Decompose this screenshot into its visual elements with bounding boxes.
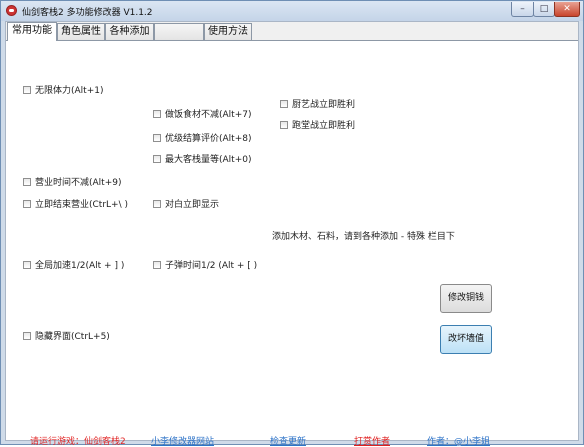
check-update-link[interactable]: 检查更新 xyxy=(270,434,306,447)
checkbox[interactable] xyxy=(23,86,31,94)
title-bar[interactable]: 仙剑客栈2 多功能修改器 V1.1.2 – □ ✕ xyxy=(1,1,583,21)
option-cooking-battle-win[interactable]: 厨艺战立即胜利 xyxy=(280,100,355,110)
option-best-review[interactable]: 优级结算评价(Alt+8) xyxy=(153,134,251,144)
modify-money-button[interactable]: 修改铜钱 xyxy=(440,284,492,313)
tab-add[interactable]: 各种添加 xyxy=(105,23,154,40)
checkbox[interactable] xyxy=(153,110,161,118)
app-logo-icon xyxy=(6,5,17,16)
checkbox[interactable] xyxy=(280,100,288,108)
option-infinite-stamina[interactable]: 无限体力(Alt+1) xyxy=(23,86,103,96)
tab-common[interactable]: 常用功能 xyxy=(7,22,57,41)
checkbox[interactable] xyxy=(153,134,161,142)
close-button[interactable]: ✕ xyxy=(554,2,580,17)
tab-usage[interactable]: 使用方法 xyxy=(204,23,252,40)
tip-author-link[interactable]: 打赏作者 xyxy=(354,434,390,447)
checkbox[interactable] xyxy=(23,200,31,208)
window-title: 仙剑客栈2 多功能修改器 V1.1.2 xyxy=(22,8,153,18)
option-max-guests[interactable]: 最大客栈量等(Alt+0) xyxy=(153,155,251,165)
author-link[interactable]: 作者：@小李姐 xyxy=(427,434,490,447)
website-link[interactable]: 小李修改器网站 xyxy=(151,434,214,447)
tab-blank[interactable] xyxy=(154,23,204,40)
add-materials-note: 添加木材、石料，请到各种添加 - 特殊 栏目下 xyxy=(272,232,455,242)
app-window: 仙剑客栈2 多功能修改器 V1.1.2 – □ ✕ 常用功能 角色属性 各种添加… xyxy=(0,0,584,447)
checkbox[interactable] xyxy=(23,178,31,186)
option-bullet-time-half[interactable]: 子弹时间1/2 (Alt + [ ) xyxy=(153,261,257,271)
option-show-dialog-now[interactable]: 对白立即显示 xyxy=(153,200,219,210)
option-business-time-fixed[interactable]: 营业时间不减(Alt+9) xyxy=(23,178,121,188)
checkbox[interactable] xyxy=(23,261,31,269)
option-palm-battle-win[interactable]: 跑堂战立即胜利 xyxy=(280,121,355,131)
client-area: 常用功能 角色属性 各种添加 使用方法 无限体力(Alt+1) 厨艺战立即胜利 … xyxy=(5,21,579,447)
option-hide-ui[interactable]: 隐藏界面(CtrL+5) xyxy=(23,332,110,342)
tab-character[interactable]: 角色属性 xyxy=(57,23,105,40)
checkbox[interactable] xyxy=(153,261,161,269)
checkbox[interactable] xyxy=(153,155,161,163)
maximize-button[interactable]: □ xyxy=(533,2,555,17)
minimize-button[interactable]: – xyxy=(511,2,534,17)
checkbox[interactable] xyxy=(23,332,31,340)
tab-bar: 常用功能 角色属性 各种添加 使用方法 xyxy=(6,22,578,41)
checkbox[interactable] xyxy=(153,200,161,208)
checkbox[interactable] xyxy=(280,121,288,129)
run-game-status: 请运行游戏：仙剑客栈2 xyxy=(30,437,126,447)
tab-panel-common: 无限体力(Alt+1) 厨艺战立即胜利 做饭食材不减(Alt+7) 跑堂战立即胜… xyxy=(6,41,578,447)
option-end-business-now[interactable]: 立即结束营业(CtrL+\ ) xyxy=(23,200,128,210)
option-cooking-no-decrease[interactable]: 做饭食材不减(Alt+7) xyxy=(153,110,251,120)
option-global-speed-half[interactable]: 全局加速1/2(Alt + ] ) xyxy=(23,261,124,271)
change-value-button[interactable]: 改坏墙值 xyxy=(440,325,492,354)
